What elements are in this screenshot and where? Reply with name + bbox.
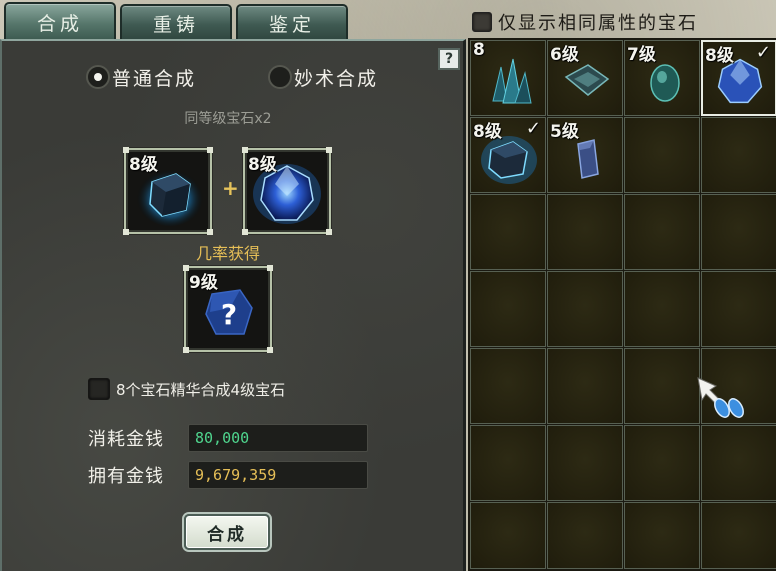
filter-label: 仅显示相同属性的宝石 xyxy=(498,13,698,34)
input-slot-1[interactable]: 8级 xyxy=(123,147,213,235)
radio-normal[interactable] xyxy=(86,65,110,89)
inventory-slot-empty[interactable] xyxy=(470,502,546,569)
inventory-slot-empty[interactable] xyxy=(624,348,700,424)
tab-identify[interactable]: 鉴定 xyxy=(236,4,348,40)
inventory-slot-empty[interactable] xyxy=(547,271,623,347)
result-slot: ? 9级 xyxy=(183,265,273,353)
inventory-slot-empty[interactable] xyxy=(701,117,776,193)
mode-normal-combine[interactable]: 普通合成 xyxy=(86,62,196,92)
mode-normal-label: 普通合成 xyxy=(112,67,197,90)
essence-checkbox[interactable] xyxy=(88,378,110,400)
tab-recast[interactable]: 重铸 xyxy=(120,4,232,40)
inventory-slot-empty[interactable] xyxy=(470,425,546,501)
requirement-text: 同等级宝石x2 xyxy=(184,111,272,127)
radio-magic[interactable] xyxy=(268,65,292,89)
check-icon: ✓ xyxy=(525,118,541,139)
tab-combine[interactable]: 合成 xyxy=(4,2,116,40)
inventory-slot-empty[interactable] xyxy=(701,271,776,347)
help-button[interactable]: ? xyxy=(438,48,460,70)
result-chance-label: 几率获得 xyxy=(195,244,260,263)
mode-magic-label: 妙术合成 xyxy=(294,67,379,90)
slot-level: 8 xyxy=(473,40,485,60)
slot-level: 7级 xyxy=(627,45,656,65)
inventory-slot-empty[interactable] xyxy=(470,348,546,424)
slot-level: 8级 xyxy=(248,155,277,175)
inventory-slot-selected[interactable]: 8级 ✓ xyxy=(701,40,776,116)
inventory-slot-empty[interactable] xyxy=(624,194,700,270)
owned-row: 拥有金钱 9,679,359 xyxy=(88,461,368,489)
inventory-slot-empty[interactable] xyxy=(470,271,546,347)
unknown-mark: ? xyxy=(221,298,237,331)
inventory-slot-empty[interactable] xyxy=(470,194,546,270)
slot-level: 8级 xyxy=(705,46,734,66)
inventory-slot-empty[interactable] xyxy=(624,117,700,193)
inventory-slot[interactable]: 6级 xyxy=(547,40,623,116)
inventory-slot-empty[interactable] xyxy=(701,194,776,270)
owned-label: 拥有金钱 xyxy=(88,466,164,487)
cost-row: 消耗金钱 80,000 xyxy=(88,424,368,452)
filter-checkbox[interactable] xyxy=(472,12,492,32)
inventory-slot-empty[interactable] xyxy=(624,271,700,347)
essence-combine-option[interactable]: 8个宝石精华合成4级宝石 xyxy=(88,378,285,400)
inventory-slot-empty[interactable] xyxy=(624,502,700,569)
inventory-slot-empty[interactable] xyxy=(701,425,776,501)
slot-level: 6级 xyxy=(550,45,579,65)
cursor-icon xyxy=(697,377,744,418)
inventory-slot[interactable]: 5级 xyxy=(547,117,623,193)
cost-value: 80,000 xyxy=(188,424,368,452)
inventory-slot[interactable]: 7级 xyxy=(624,40,700,116)
inventory-slot[interactable]: 8 xyxy=(470,40,546,116)
slot-level: 8级 xyxy=(129,155,158,175)
inventory-slot-empty[interactable] xyxy=(624,425,700,501)
slot-level: 5级 xyxy=(550,122,579,142)
mode-magic-combine[interactable]: 妙术合成 xyxy=(268,62,378,92)
inventory-slot[interactable]: 8级 ✓ xyxy=(470,117,546,193)
input-slot-2[interactable]: 8级 xyxy=(242,147,332,235)
inventory-slot-empty[interactable] xyxy=(701,502,776,569)
check-icon: ✓ xyxy=(755,42,771,63)
cost-label: 消耗金钱 xyxy=(88,429,164,450)
gem-inventory: 8 6级 7级 8级 ✓ 8级 ✓ 5级 xyxy=(468,38,776,571)
inventory-slot-empty[interactable] xyxy=(547,502,623,569)
plus-sign: + xyxy=(222,176,239,200)
combine-button[interactable]: 合成 xyxy=(184,514,270,550)
inventory-slot-empty[interactable] xyxy=(547,348,623,424)
slot-level: 8级 xyxy=(473,122,502,142)
same-attribute-filter[interactable]: 仅显示相同属性的宝石 xyxy=(472,10,698,34)
inventory-slot-empty[interactable] xyxy=(547,194,623,270)
essence-label: 8个宝石精华合成4级宝石 xyxy=(116,380,286,399)
owned-value: 9,679,359 xyxy=(188,461,368,489)
slot-level: 9级 xyxy=(189,273,218,293)
inventory-slot-empty[interactable] xyxy=(547,425,623,501)
